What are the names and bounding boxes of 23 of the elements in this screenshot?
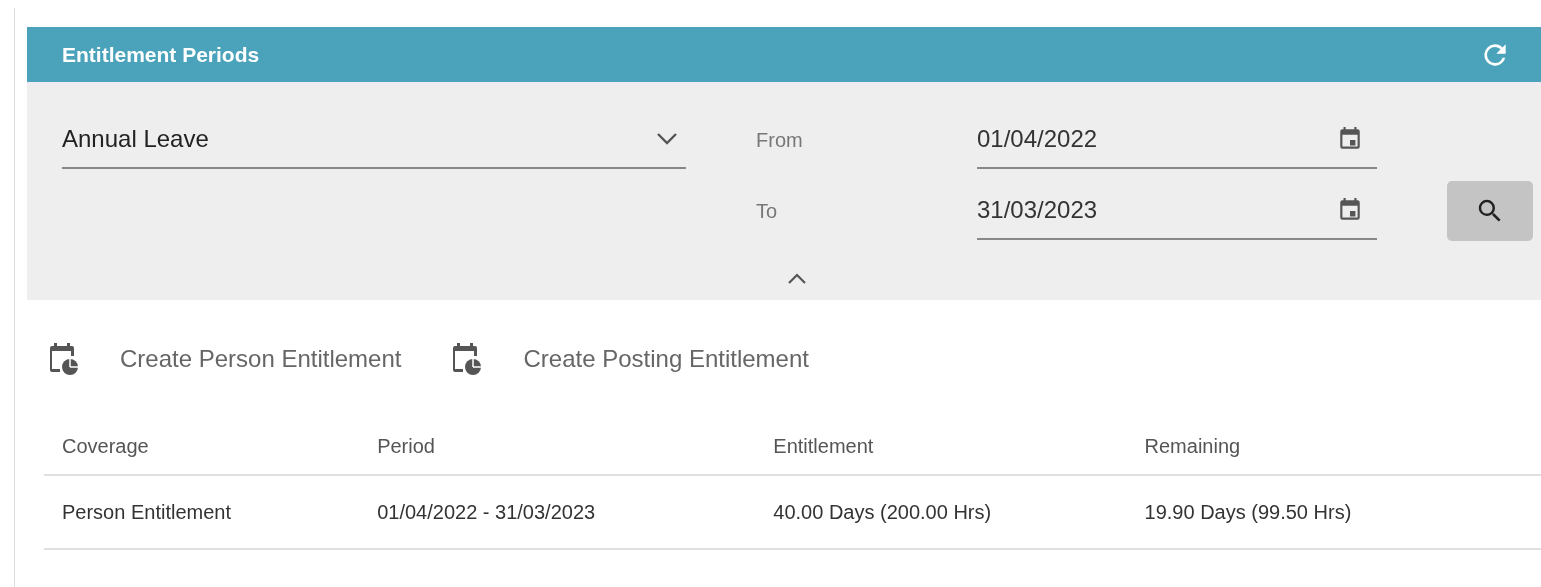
column-header: Remaining bbox=[1126, 435, 1541, 475]
from-label: From bbox=[756, 128, 804, 152]
create-entitlement-button[interactable]: Create Posting Entitlement bbox=[451, 343, 809, 375]
calendar-icon[interactable] bbox=[1337, 126, 1363, 152]
panel-title: Entitlement Periods bbox=[62, 42, 260, 67]
create-entitlement-button[interactable]: Create Person Entitlement bbox=[48, 343, 402, 375]
table-cell: 19.90 Days (99.50 Hrs) bbox=[1126, 475, 1541, 549]
table-cell: Person Entitlement bbox=[44, 475, 360, 549]
to-label: To bbox=[756, 199, 779, 223]
chevron-down-icon bbox=[656, 132, 678, 146]
to-date-field[interactable]: 31/03/2023 bbox=[977, 182, 1377, 240]
calendar-chart-icon bbox=[451, 343, 482, 375]
table-cell: 01/04/2022 - 31/03/2023 bbox=[359, 475, 756, 549]
search-button[interactable] bbox=[1447, 181, 1533, 241]
from-date-field[interactable]: 01/04/2022 bbox=[977, 111, 1377, 169]
leave-type-dropdown[interactable]: Annual Leave bbox=[62, 111, 686, 169]
column-header: Entitlement bbox=[755, 435, 1127, 475]
chevron-up-icon[interactable] bbox=[787, 273, 807, 285]
calendar-chart-icon bbox=[48, 343, 78, 375]
calendar-icon[interactable] bbox=[1337, 197, 1363, 223]
table-cell: 40.00 Days (200.00 Hrs) bbox=[755, 475, 1127, 549]
column-header: Coverage bbox=[44, 435, 360, 475]
column-header: Period bbox=[359, 435, 756, 475]
